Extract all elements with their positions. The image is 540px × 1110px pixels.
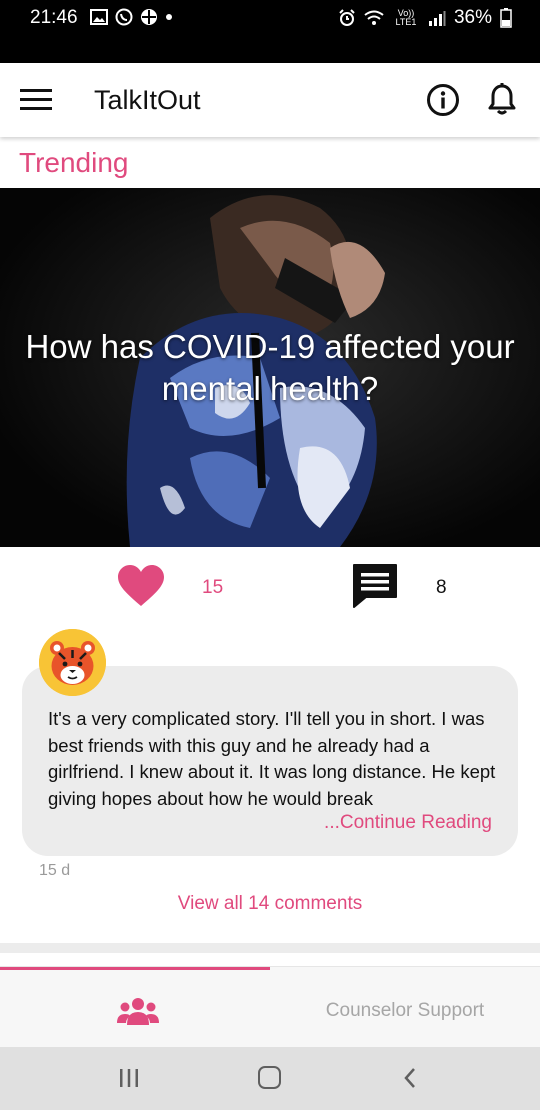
trending-post-card[interactable]: How has COVID-19 affected your mental he… [0,188,540,547]
battery-icon [500,8,512,28]
signal-icon [428,11,446,26]
section-title-trending: Trending [19,147,129,178]
menu-icon[interactable] [20,89,52,111]
comment-text: It's a very complicated story. I'll tell… [48,708,496,809]
users-icon [117,998,159,1025]
recent-apps-icon[interactable] [118,1067,140,1089]
home-icon[interactable] [258,1066,281,1089]
tab-counselor-support[interactable]: Counselor Support [270,967,540,1048]
system-status: Vo)) LTE1 36% [338,7,512,29]
wifi-icon [364,10,384,25]
comment-icon[interactable] [352,563,398,609]
post-question: How has COVID-19 affected your mental he… [25,328,515,407]
dot-icon [166,14,172,20]
status-bar: 21:46 Vo)) LTE1 36% [0,0,540,63]
heart-icon[interactable] [117,564,165,608]
tiger-avatar-icon [39,629,106,696]
comment-age: 15 d [39,862,71,879]
battery-level: 36% [453,7,492,28]
view-all-comments-link[interactable]: View all 14 comments [0,893,540,915]
system-nav-bar [0,1047,540,1110]
status-time: 21:46 [30,7,78,28]
app-title: TalkItOut [94,85,201,115]
info-icon[interactable] [426,83,460,117]
app-bar: TalkItOut [0,63,540,137]
bottom-tabs: Counselor Support [0,966,540,1047]
tab-community[interactable] [0,967,270,1048]
comment-count: 8 [436,577,447,598]
app-icon [141,9,157,25]
gallery-icon [90,9,108,25]
notification-icons [90,8,173,26]
continue-reading-link[interactable]: ...Continue Reading [324,812,492,834]
bell-icon[interactable] [486,82,518,116]
alarm-icon [339,9,355,26]
whatsapp-icon [115,8,133,26]
like-count: 15 [202,577,224,598]
back-icon[interactable] [400,1066,420,1090]
network-type: Vo)) LTE1 [395,8,417,27]
section-divider [0,943,540,953]
